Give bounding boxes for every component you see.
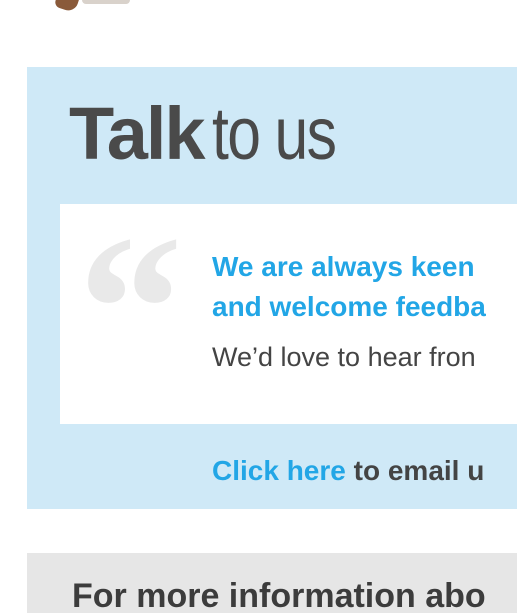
email-line: Click here to email u	[212, 455, 484, 487]
email-link[interactable]: Click here	[212, 455, 346, 486]
image-fragment-shape	[53, 0, 81, 13]
quote-mark-icon: “	[78, 204, 183, 424]
top-image-fragment	[48, 0, 168, 14]
talk-title-light: to us	[211, 92, 337, 175]
more-info-panel: For more information abo	[27, 553, 517, 615]
quote-subtext: We’d love to hear fron	[212, 342, 476, 372]
email-rest-text: to email u	[345, 455, 485, 486]
image-fragment-shape-secondary	[82, 0, 130, 4]
talk-title: Talk to us	[69, 97, 362, 171]
talk-to-us-panel: Talk to us “ We are always keen and welco…	[27, 67, 517, 509]
quote-box: “ We are always keen and welcome feedba …	[60, 204, 517, 424]
quote-line-2: and welcome feedba	[212, 291, 486, 322]
quote-line-1: We are always keen	[212, 251, 475, 282]
talk-title-bold: Talk	[69, 92, 206, 175]
more-info-text: For more information abo	[72, 577, 486, 615]
